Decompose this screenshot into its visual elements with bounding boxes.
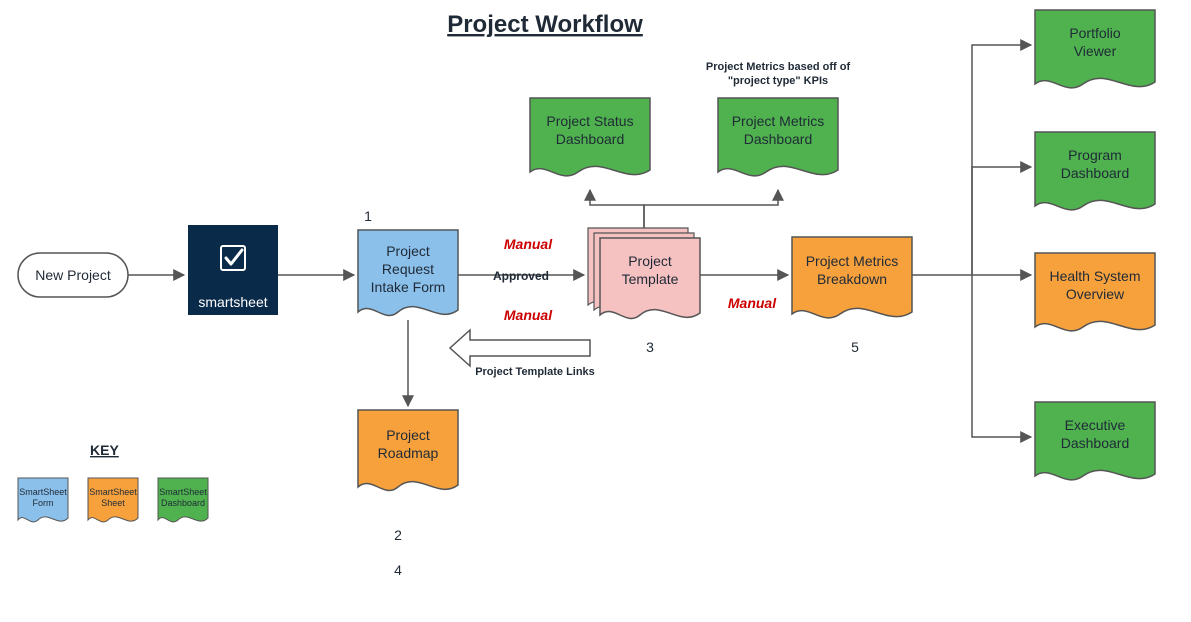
node-metrics-breakdown: Project Metrics Breakdown: [792, 237, 912, 318]
metricsdash-line2: Dashboard: [744, 131, 813, 147]
key-heading: KEY: [90, 442, 119, 458]
roadmap-line2: Roadmap: [378, 445, 439, 461]
node-program: Program Dashboard: [1035, 132, 1155, 210]
status-line1: Project Status: [546, 113, 633, 129]
key-form-l1: SmartSheet: [19, 487, 67, 497]
edge-break-exec: [972, 275, 1031, 437]
break-line1: Project Metrics: [806, 253, 899, 269]
label-approved: Approved: [493, 269, 549, 283]
page-title: Project Workflow: [447, 11, 643, 38]
metrics-note-2: "project type" KPIs: [728, 75, 828, 87]
smartsheet-label: smartsheet: [198, 294, 267, 310]
metricsdash-line1: Project Metrics: [732, 113, 825, 129]
exec-line1: Executive: [1065, 417, 1126, 433]
portfolio-line1: Portfolio: [1069, 25, 1121, 41]
label-template-links: Project Template Links: [475, 366, 595, 378]
metrics-note-1: Project Metrics based off of: [706, 61, 851, 73]
key-dash-l2: Dashboard: [161, 498, 205, 508]
status-line2: Dashboard: [556, 131, 625, 147]
key-sheet-l1: SmartSheet: [89, 487, 137, 497]
label-manual-2: Manual: [504, 307, 553, 323]
template-line1: Project: [628, 253, 672, 269]
num-1: 1: [364, 208, 372, 224]
num-2: 2: [394, 527, 402, 543]
node-portfolio: Portfolio Viewer: [1035, 10, 1155, 88]
exec-line2: Dashboard: [1061, 435, 1130, 451]
num-5: 5: [851, 339, 859, 355]
health-line2: Overview: [1066, 286, 1125, 302]
program-line2: Dashboard: [1061, 165, 1130, 181]
label-manual-3: Manual: [728, 295, 777, 311]
intake-line3: Intake Form: [371, 279, 446, 295]
node-roadmap: Project Roadmap: [358, 410, 458, 490]
intake-line2: Request: [382, 261, 434, 277]
intake-line1: Project: [386, 243, 430, 259]
node-intake-form: Project Request Intake Form: [358, 230, 458, 315]
key-sheet: SmartSheet Sheet: [88, 478, 138, 522]
node-smartsheet: smartsheet: [188, 225, 278, 315]
portfolio-line2: Viewer: [1074, 43, 1117, 59]
key-sheet-l2: Sheet: [101, 498, 125, 508]
node-exec: Executive Dashboard: [1035, 402, 1155, 480]
node-metrics-dashboard: Project Metrics Dashboard: [718, 98, 838, 176]
roadmap-line1: Project: [386, 427, 430, 443]
node-template: Project Template: [588, 228, 700, 318]
edge-template-metricsdash: [644, 190, 778, 228]
key-form-l2: Form: [33, 498, 54, 508]
break-line2: Breakdown: [817, 271, 887, 287]
label-manual-1: Manual: [504, 236, 553, 252]
key-form: SmartSheet Form: [18, 478, 68, 522]
node-status-dashboard: Project Status Dashboard: [530, 98, 650, 176]
edge-template-status: [590, 190, 644, 228]
edge-break-program: [972, 167, 1031, 275]
health-line1: Health System: [1049, 268, 1140, 284]
key-dashboard: SmartSheet Dashboard: [158, 478, 208, 522]
template-line2: Template: [622, 271, 679, 287]
key-dash-l1: SmartSheet: [159, 487, 207, 497]
node-health: Health System Overview: [1035, 253, 1155, 331]
new-project-label: New Project: [35, 267, 111, 283]
num-3: 3: [646, 339, 654, 355]
block-arrow-template-links: [450, 330, 590, 366]
node-new-project: New Project: [18, 253, 128, 297]
program-line1: Program: [1068, 147, 1122, 163]
num-4: 4: [394, 562, 402, 578]
edge-break-portfolio: [972, 45, 1031, 275]
